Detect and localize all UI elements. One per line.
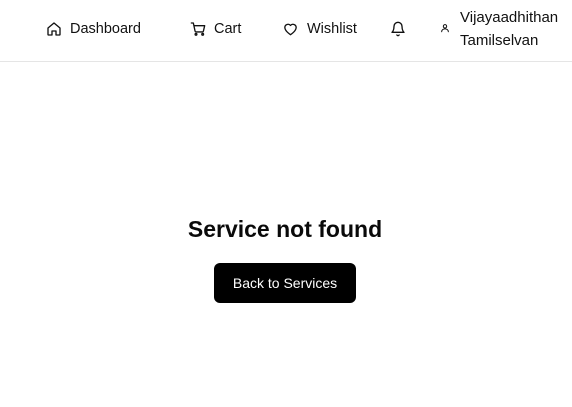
bell-icon bbox=[390, 21, 406, 37]
user-name: Vijayaadhithan Tamilselvan bbox=[460, 6, 572, 52]
back-to-services-button[interactable]: Back to Services bbox=[214, 263, 356, 303]
user-icon bbox=[440, 20, 450, 38]
nav-wishlist-link[interactable]: Wishlist bbox=[282, 0, 357, 58]
user-menu[interactable]: Vijayaadhithan Tamilselvan bbox=[440, 6, 572, 52]
nav-dashboard-label: Dashboard bbox=[70, 21, 141, 37]
main-content: Service not found Back to Services bbox=[0, 62, 572, 407]
nav-wishlist-label: Wishlist bbox=[307, 21, 357, 37]
user-last-name: Tamilselvan bbox=[460, 32, 539, 49]
nav-dashboard-link[interactable]: Dashboard bbox=[46, 0, 141, 58]
nav-cart-link[interactable]: Cart bbox=[190, 0, 241, 58]
top-navbar: Dashboard Cart Wishlist Vijayaadhithan T… bbox=[0, 0, 572, 62]
user-first-name: Vijayaadhithan bbox=[460, 9, 559, 26]
home-icon bbox=[46, 21, 62, 37]
cart-icon bbox=[190, 21, 206, 37]
heart-icon bbox=[282, 21, 299, 37]
notifications-button[interactable] bbox=[390, 0, 406, 58]
nav-cart-label: Cart bbox=[214, 21, 242, 37]
page-title: Service not found bbox=[187, 216, 383, 242]
